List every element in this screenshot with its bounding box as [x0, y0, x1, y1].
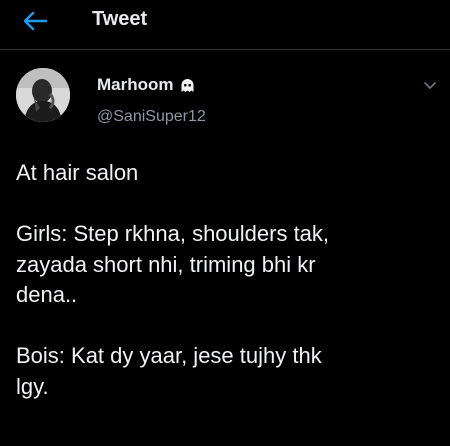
chevron-down-icon[interactable]	[423, 81, 437, 91]
tweet-body: At hair salon Girls: Step rkhna, shoulde…	[16, 158, 436, 402]
tweet-line: At hair salon	[16, 160, 139, 185]
tweet-line: zayada short nhi, triming bhi kr	[16, 251, 316, 277]
top-bar: Tweet	[0, 0, 450, 50]
author-name-row: Marhoom	[97, 74, 195, 96]
tweet-line: lgy.	[16, 373, 49, 399]
tweet-page: Tweet Marhoom @SaniSuper12 At hair salon…	[0, 0, 450, 446]
page-title: Tweet	[92, 8, 148, 30]
author-handle[interactable]: @SaniSuper12	[97, 106, 206, 128]
tweet-line: Girls: Step rkhna, shoulders tak,	[16, 221, 330, 246]
ghost-emoji-icon	[181, 78, 193, 92]
profile-photo-icon	[16, 68, 70, 122]
back-button[interactable]	[22, 8, 50, 34]
tweet-line: dena..	[16, 282, 78, 307]
back-arrow-icon	[23, 11, 48, 31]
avatar[interactable]	[16, 68, 70, 122]
author-name[interactable]: Marhoom	[97, 74, 174, 96]
tweet-line: Bois: Kat dy yaar, jese tujhy thk	[16, 343, 322, 368]
